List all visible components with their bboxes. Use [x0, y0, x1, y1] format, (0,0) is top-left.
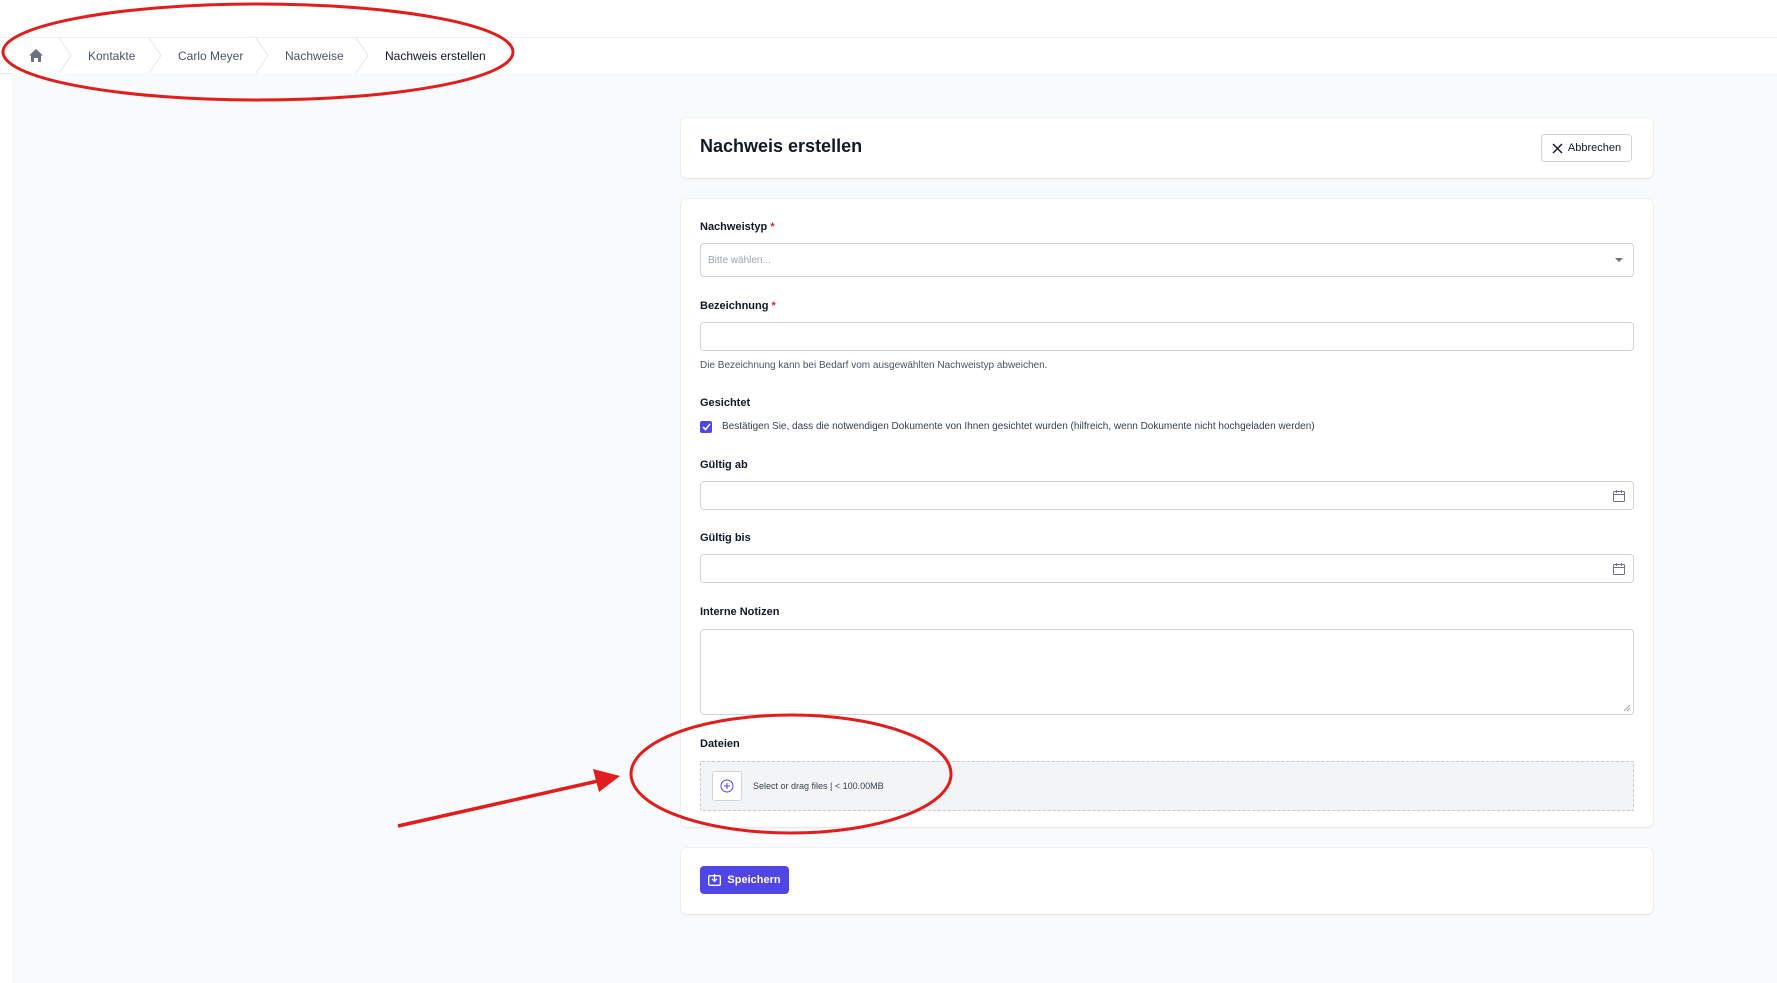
notizen-textarea[interactable]: [700, 629, 1634, 715]
gesichtet-checkbox[interactable]: [700, 421, 712, 433]
bezeichnung-label: Bezeichnung *: [700, 300, 776, 312]
notizen-label: Interne Notizen: [700, 606, 780, 618]
cancel-button[interactable]: Abbrechen: [1541, 134, 1632, 162]
required-mark: *: [770, 221, 775, 233]
save-button-label: Speichern: [727, 874, 781, 886]
gueltig-bis-input[interactable]: [700, 554, 1634, 583]
breadcrumb-item-carlo-meyer[interactable]: Carlo Meyer: [178, 38, 243, 73]
breadcrumb-separator: [355, 38, 369, 73]
gueltig-bis-label: Gültig bis: [700, 532, 751, 544]
nachweistyp-placeholder: Bitte wählen...: [708, 255, 771, 266]
gueltig-ab-label: Gültig ab: [700, 459, 748, 471]
breadcrumb-separator: [58, 38, 72, 73]
chevron-down-icon: [1615, 258, 1623, 262]
save-button[interactable]: Speichern: [700, 866, 789, 894]
form-card: Nachweistyp * Bitte wählen... Bezeichnun…: [681, 199, 1653, 827]
breadcrumb-item-current: Nachweis erstellen: [385, 48, 486, 63]
breadcrumb-separator: [148, 38, 162, 73]
check-icon: [701, 423, 711, 431]
resize-handle-icon[interactable]: [1623, 704, 1631, 712]
add-file-button[interactable]: [712, 771, 742, 801]
save-icon: [708, 874, 722, 886]
header-card: Nachweis erstellen Abbrechen: [681, 118, 1653, 178]
bezeichnung-help: Die Bezeichnung kann bei Bedarf vom ausg…: [700, 360, 1048, 371]
gueltig-ab-input[interactable]: [700, 481, 1634, 510]
page-title: Nachweis erstellen: [700, 136, 863, 156]
calendar-icon[interactable]: [1613, 490, 1625, 502]
bezeichnung-input[interactable]: [700, 322, 1634, 351]
nachweistyp-label: Nachweistyp *: [700, 221, 775, 233]
gesichtet-label: Gesichtet: [700, 397, 751, 409]
file-dropzone[interactable]: Select or drag files | < 100.00MB: [700, 761, 1634, 811]
close-icon: [1552, 143, 1563, 153]
breadcrumb-separator: [255, 38, 269, 73]
breadcrumb: Kontakte Carlo Meyer Nachweise Nachweis …: [0, 37, 1777, 74]
gesichtet-checkbox-label: Bestätigen Sie, dass die notwendigen Dok…: [722, 421, 1315, 432]
calendar-icon[interactable]: [1613, 563, 1625, 575]
dateien-label: Dateien: [700, 738, 740, 750]
nachweistyp-select[interactable]: Bitte wählen...: [700, 243, 1634, 277]
plus-circle-icon: [720, 779, 734, 793]
dropzone-text: Select or drag files | < 100.00MB: [753, 781, 884, 791]
footer-card: Speichern: [681, 848, 1653, 914]
home-icon[interactable]: [28, 48, 44, 63]
breadcrumb-item-nachweise[interactable]: Nachweise: [285, 38, 344, 73]
top-strip: [0, 0, 1777, 37]
breadcrumb-item-kontakte[interactable]: Kontakte: [88, 38, 135, 73]
required-mark: *: [771, 300, 776, 312]
cancel-button-label: Abbrechen: [1567, 142, 1622, 154]
